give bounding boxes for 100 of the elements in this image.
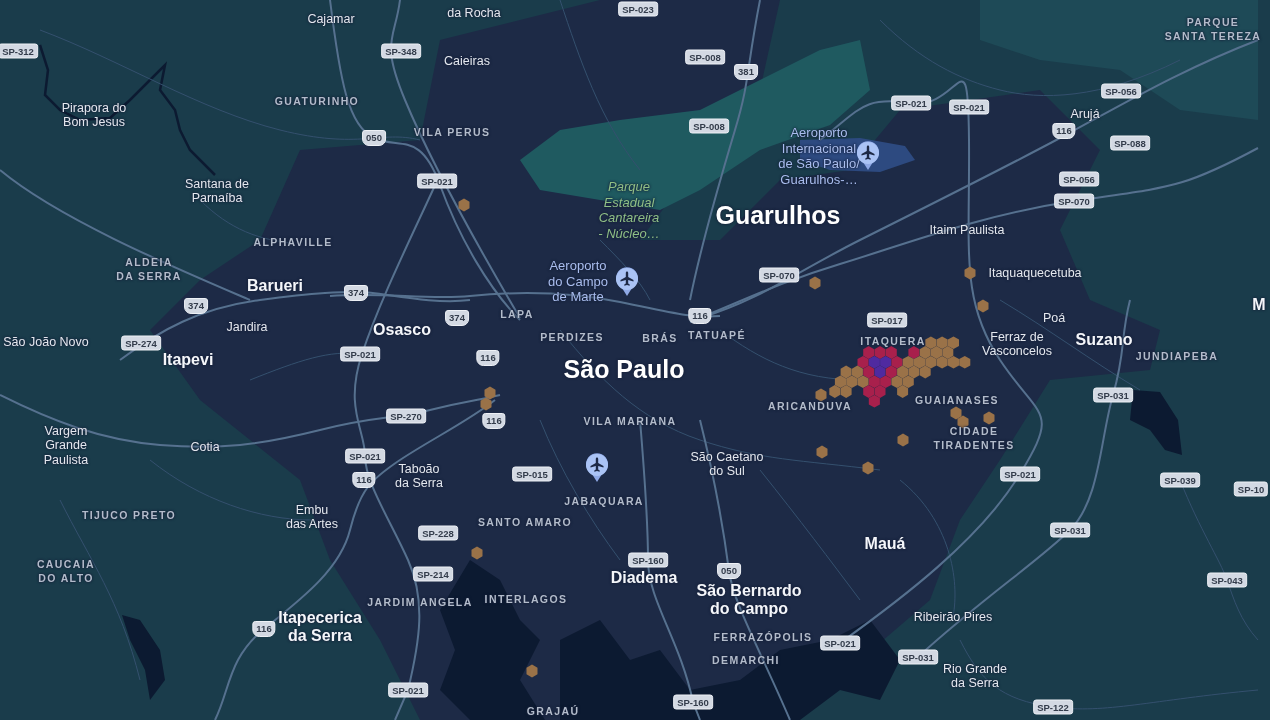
city-label: Itapevi bbox=[162, 350, 214, 370]
city-label: São Bernardo do Campo bbox=[696, 581, 802, 619]
state-road-shield: SP-070 bbox=[1054, 193, 1094, 209]
city-label: Guarulhos bbox=[715, 200, 841, 230]
state-road-shield: SP-008 bbox=[689, 118, 729, 134]
district-label: JABAQUARA bbox=[564, 495, 644, 509]
state-road-shield: SP-021 bbox=[417, 173, 457, 189]
heat-hexagon bbox=[815, 388, 827, 402]
town-label: Pirapora do Bom Jesus bbox=[61, 100, 127, 130]
heat-hexagon bbox=[863, 385, 875, 398]
town-label: São João Novo bbox=[3, 334, 89, 350]
heat-hexagon bbox=[857, 375, 869, 389]
heat-hexagon bbox=[885, 346, 897, 359]
heat-hexagon bbox=[897, 385, 909, 398]
district-label: PERDIZES bbox=[540, 331, 604, 345]
state-road-shield: SP-031 bbox=[898, 649, 938, 665]
district-label: TIJUCO PRETO bbox=[81, 509, 177, 523]
airport-label: Aeroporto Internacional de São Paulo/ Guarulhos-… bbox=[778, 124, 860, 188]
city-label: Barueri bbox=[247, 276, 303, 296]
heat-hexagon bbox=[868, 394, 880, 408]
heat-hexagon bbox=[919, 365, 931, 379]
heat-hexagon bbox=[874, 385, 886, 398]
state-road-shield: SP-056 bbox=[1059, 171, 1099, 187]
town-label: Poá bbox=[1042, 310, 1066, 326]
federal-road-shield: 116 bbox=[476, 350, 500, 366]
heat-hexagon bbox=[868, 375, 880, 389]
federal-road-shield: 116 bbox=[688, 308, 712, 324]
heat-hexagon bbox=[862, 461, 874, 475]
state-road-shield: SP-274 bbox=[121, 335, 161, 351]
airplane-icon[interactable] bbox=[585, 453, 609, 482]
heat-hexagon bbox=[829, 385, 841, 398]
town-label: Cotia bbox=[190, 439, 220, 455]
town-label: Jandira bbox=[226, 319, 268, 335]
city-label: São Paulo bbox=[563, 354, 685, 384]
federal-road-shield: 116 bbox=[1052, 123, 1076, 139]
district-label: BRÁS bbox=[642, 332, 678, 346]
heat-hexagon bbox=[868, 355, 880, 369]
federal-road-shield: 381 bbox=[734, 64, 758, 80]
federal-road-shield: 116 bbox=[482, 413, 506, 429]
district-label: JARDIM ANGELA bbox=[367, 596, 473, 610]
district-label: TATUAPÉ bbox=[688, 329, 746, 343]
state-road-shield: SP-070 bbox=[759, 267, 799, 283]
town-label: Ferraz de Vasconcelos bbox=[982, 329, 1052, 359]
town-label: Santana de Parnaíba bbox=[185, 176, 249, 206]
heat-hexagon bbox=[484, 386, 496, 400]
heat-hexagon bbox=[908, 346, 920, 359]
heat-hexagon bbox=[919, 346, 931, 359]
state-road-shield: SP-021 bbox=[891, 95, 931, 111]
heat-hexagon bbox=[480, 397, 492, 411]
state-road-shield: SP-021 bbox=[1000, 466, 1040, 482]
state-road-shield: SP-017 bbox=[867, 312, 907, 328]
heat-hexagon bbox=[947, 355, 959, 369]
heat-hexagon bbox=[902, 375, 914, 389]
state-road-shield: SP-031 bbox=[1050, 522, 1090, 538]
state-road-shield: SP-021 bbox=[388, 682, 428, 698]
state-road-shield: SP-021 bbox=[340, 346, 380, 362]
town-label: Ribeirão Pires bbox=[913, 609, 993, 625]
town-label: Itaim Paulista bbox=[929, 222, 1005, 238]
federal-road-shield: 050 bbox=[717, 563, 741, 579]
federal-road-shield: 374 bbox=[344, 285, 368, 301]
heat-hexagon bbox=[863, 346, 875, 359]
heat-hexagon bbox=[942, 346, 954, 359]
heat-hexagon bbox=[914, 355, 926, 369]
state-road-shield: SP-10 bbox=[1233, 481, 1269, 497]
heat-hexagon bbox=[840, 365, 852, 379]
airplane-icon[interactable] bbox=[615, 267, 639, 296]
airport-label: Aeroporto do Campo de Marte bbox=[548, 257, 608, 305]
state-road-shield: SP-088 bbox=[1110, 135, 1150, 151]
city-label: Diadema bbox=[610, 568, 678, 588]
heat-hexagon bbox=[458, 198, 470, 212]
town-label: Taboão da Serra bbox=[395, 461, 443, 491]
park-label: Parque Estadual Cantareira - Núcleo… bbox=[598, 178, 660, 242]
district-label: SANTO AMARO bbox=[477, 516, 573, 530]
heat-hexagon bbox=[809, 276, 821, 290]
district-label: INTERLAGOS bbox=[484, 593, 568, 607]
state-road-shield: SP-023 bbox=[618, 1, 658, 17]
town-label: da Rocha bbox=[447, 5, 501, 21]
town-label: Cajamar bbox=[307, 11, 355, 27]
state-road-shield: SP-228 bbox=[418, 525, 458, 541]
town-label: Vargem Grande Paulista bbox=[43, 424, 89, 468]
district-label: ALDEIA DA SERRA bbox=[116, 256, 182, 284]
heat-hexagon bbox=[874, 365, 886, 379]
state-road-shield: SP-270 bbox=[386, 408, 426, 424]
town-label: Rio Grande da Serra bbox=[943, 661, 1007, 691]
heat-hexagon bbox=[851, 365, 863, 379]
heat-hexagon bbox=[885, 365, 897, 379]
heat-hexagon bbox=[936, 336, 948, 350]
heat-hexagon bbox=[897, 365, 909, 379]
state-road-shield: SP-039 bbox=[1160, 472, 1200, 488]
state-road-shield: SP-312 bbox=[0, 43, 38, 59]
heat-hexagon bbox=[897, 433, 909, 447]
heat-hexagon bbox=[874, 346, 886, 359]
heat-hexagon bbox=[983, 411, 995, 425]
heat-hexagon bbox=[925, 355, 937, 369]
federal-road-shield: 050 bbox=[362, 130, 386, 146]
heat-hexagon bbox=[977, 299, 989, 313]
heat-hexagon bbox=[936, 355, 948, 369]
state-road-shield: SP-160 bbox=[628, 552, 668, 568]
district-label: LAPA bbox=[500, 308, 534, 322]
district-label: VILA MARIANA bbox=[583, 415, 677, 429]
